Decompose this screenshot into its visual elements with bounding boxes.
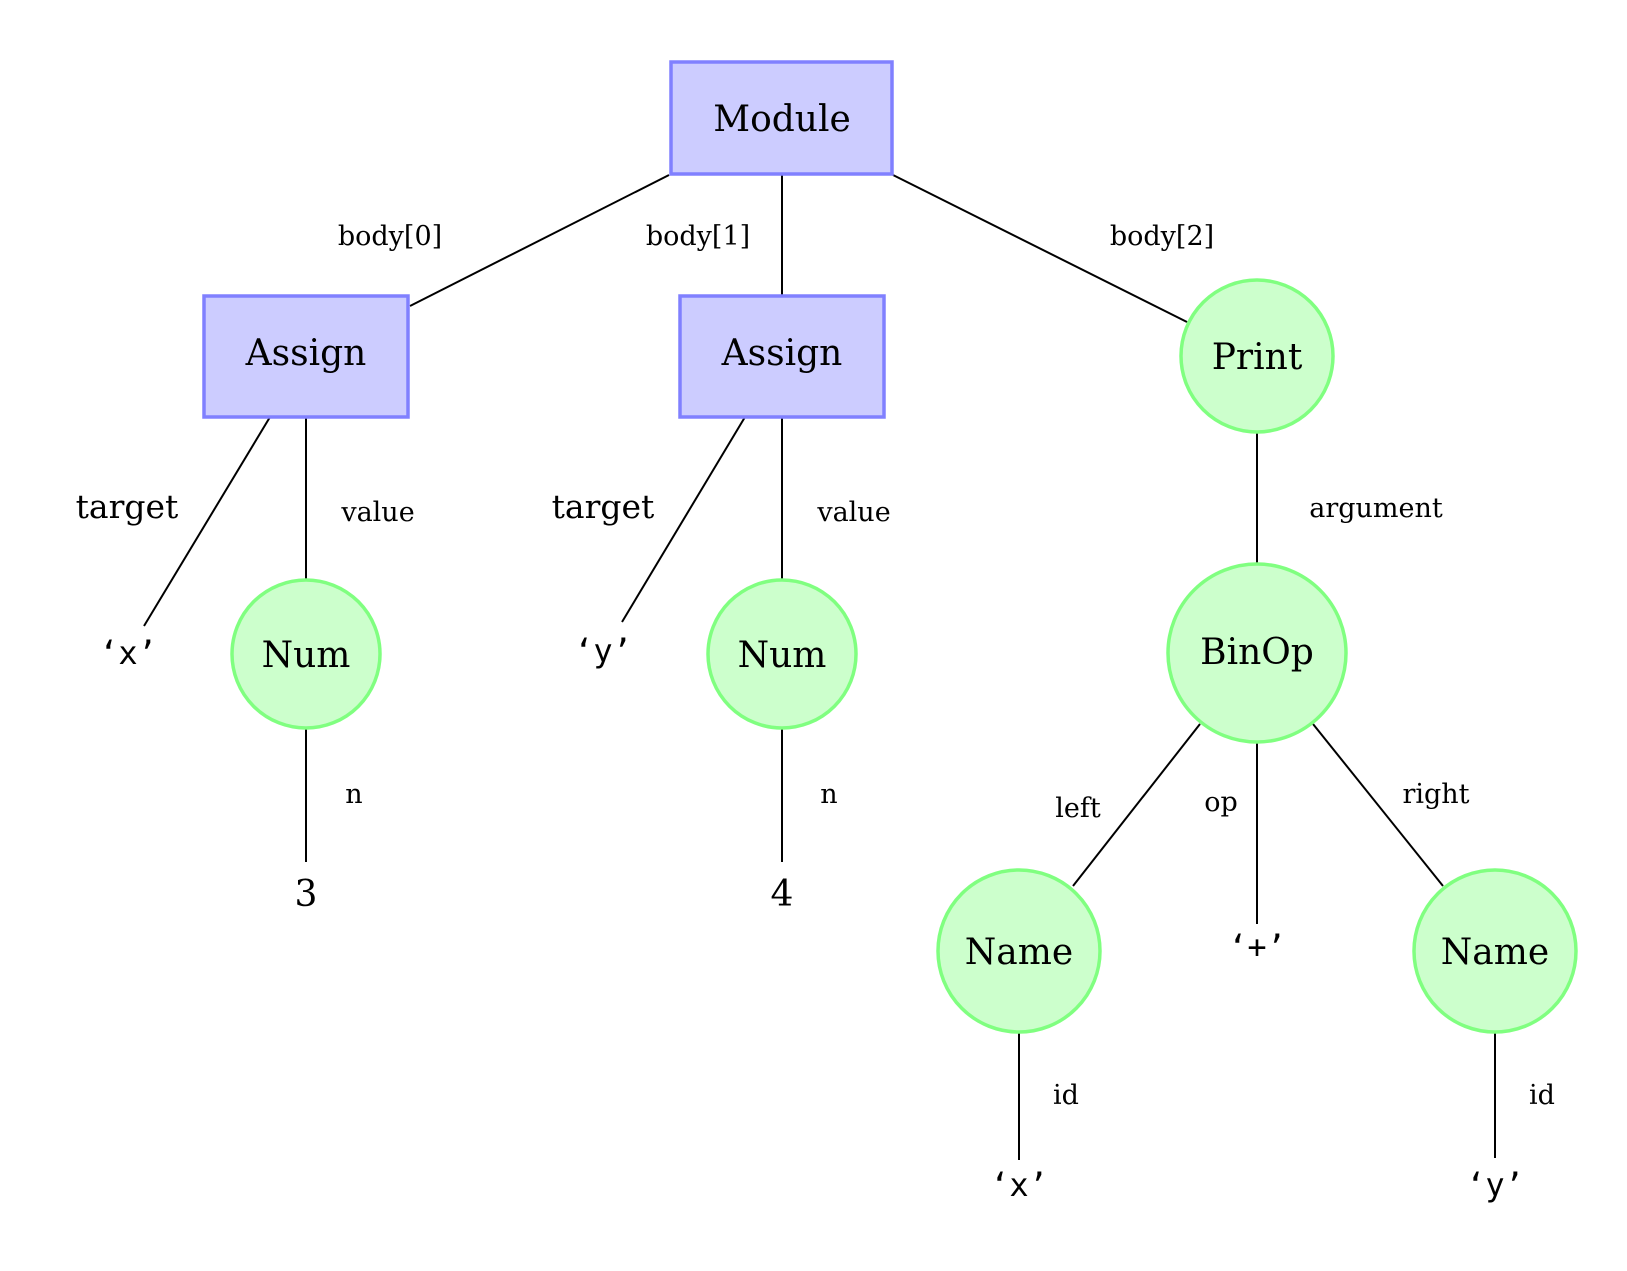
ast-diagram: body[0] body[1] body[2] target value tar… bbox=[76, 60, 1578, 1204]
node-binop-label: BinOp bbox=[1200, 632, 1314, 673]
edge-label-value1: value bbox=[816, 497, 890, 528]
edge-label-body1: body[1] bbox=[646, 221, 750, 252]
node-name-right: Name bbox=[1412, 868, 1578, 1034]
leaf-op-plus: ‘+’ bbox=[1228, 928, 1286, 966]
node-assign-1-label: Assign bbox=[721, 333, 843, 374]
node-num-0-label: Num bbox=[262, 635, 351, 676]
edge-label-id-right: id bbox=[1529, 1080, 1555, 1111]
edge-module-assign0 bbox=[409, 174, 670, 307]
node-assign-0: Assign bbox=[202, 294, 410, 419]
edge-label-body0: body[0] bbox=[338, 221, 442, 252]
leaf-n-3: 3 bbox=[295, 874, 318, 915]
node-assign-0-label: Assign bbox=[245, 333, 367, 374]
node-num-1-label: Num bbox=[738, 635, 827, 676]
leaf-n-4: 4 bbox=[771, 874, 794, 915]
edge-label-target1: target bbox=[552, 487, 655, 526]
node-num-1: Num bbox=[706, 578, 858, 730]
edge-label-right: right bbox=[1402, 779, 1469, 810]
edge-label-body2: body[2] bbox=[1110, 221, 1214, 252]
node-assign-1: Assign bbox=[678, 294, 886, 419]
edge-label-value0: value bbox=[340, 497, 414, 528]
edge-label-n0: n bbox=[345, 779, 362, 810]
node-module: Module bbox=[669, 60, 894, 176]
edge-label-target0: target bbox=[76, 487, 179, 526]
node-name-left: Name bbox=[936, 868, 1102, 1034]
edge-label-n1: n bbox=[820, 779, 837, 810]
node-binop: BinOp bbox=[1166, 562, 1348, 744]
node-module-label: Module bbox=[713, 99, 851, 140]
edge-label-argument: argument bbox=[1309, 493, 1443, 524]
edge-label-op: op bbox=[1204, 787, 1238, 818]
leaf-id-x: ‘x’ bbox=[990, 1166, 1048, 1204]
node-print: Print bbox=[1179, 278, 1335, 434]
leaf-target-x: ‘x’ bbox=[99, 634, 157, 672]
node-name-left-label: Name bbox=[965, 932, 1073, 973]
node-print-label: Print bbox=[1212, 337, 1303, 378]
leaf-target-y: ‘y’ bbox=[574, 632, 632, 670]
node-num-0: Num bbox=[230, 578, 382, 730]
leaf-id-y: ‘y’ bbox=[1466, 1166, 1524, 1204]
edge-label-id-left: id bbox=[1053, 1080, 1079, 1111]
node-name-right-label: Name bbox=[1441, 932, 1549, 973]
edge-label-left: left bbox=[1055, 793, 1101, 824]
